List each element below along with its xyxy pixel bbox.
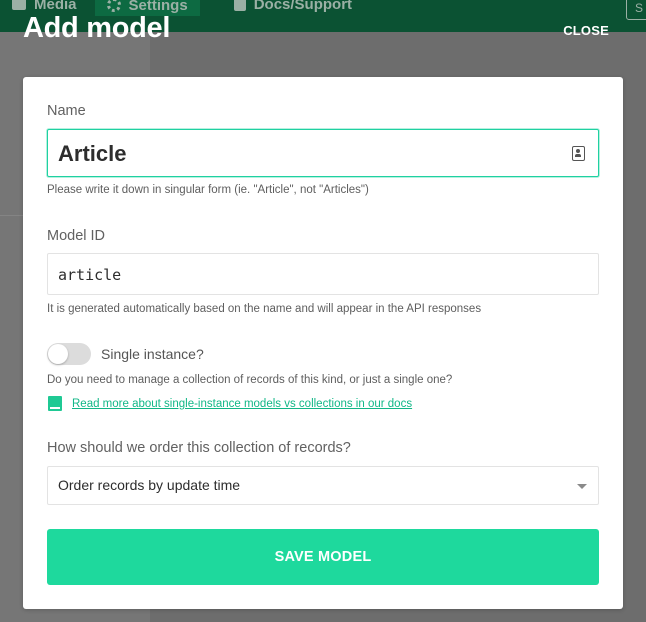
- name-input[interactable]: Article: [47, 129, 599, 177]
- image-icon: [12, 0, 26, 10]
- single-instance-docs-link[interactable]: Read more about single-instance models v…: [72, 398, 412, 410]
- bg-corner-button: S: [626, 0, 646, 20]
- model-id-hint: It is generated automatically based on t…: [47, 303, 482, 315]
- name-label: Name: [47, 103, 86, 119]
- ordering-select[interactable]: Order records by update time: [47, 466, 599, 505]
- bg-nav-docs-label: Docs/Support: [253, 0, 353, 13]
- save-model-button[interactable]: SAVE MODEL: [47, 529, 599, 585]
- ordering-select-value: Order records by update time: [58, 477, 241, 493]
- name-hint: Please write it down in singular form (i…: [47, 184, 369, 196]
- model-id-label: Model ID: [47, 228, 106, 244]
- toggle-knob: [48, 344, 68, 364]
- single-instance-hint: Do you need to manage a collection of re…: [47, 374, 453, 386]
- contact-card-icon[interactable]: [572, 146, 585, 161]
- model-id-value: article: [58, 266, 122, 284]
- add-model-form: Name Article Please write it down in sin…: [23, 77, 623, 609]
- bg-nav-docs: Docs/Support: [222, 0, 364, 13]
- model-id-input[interactable]: article: [47, 253, 599, 295]
- book-icon: [48, 396, 62, 411]
- book-icon: [233, 0, 246, 11]
- name-input-value: Article: [58, 141, 127, 166]
- chevron-down-icon: [577, 484, 587, 489]
- ordering-label: How should we order this collection of r…: [47, 440, 351, 456]
- bg-nav-media-label: Media: [34, 0, 77, 13]
- single-instance-toggle[interactable]: [47, 343, 91, 365]
- bg-nav-media: Media: [0, 0, 89, 13]
- close-button[interactable]: CLOSE: [563, 23, 609, 38]
- modal-title: Add model: [23, 12, 171, 44]
- gear-icon: [106, 0, 121, 12]
- single-instance-label: Single instance?: [101, 346, 204, 362]
